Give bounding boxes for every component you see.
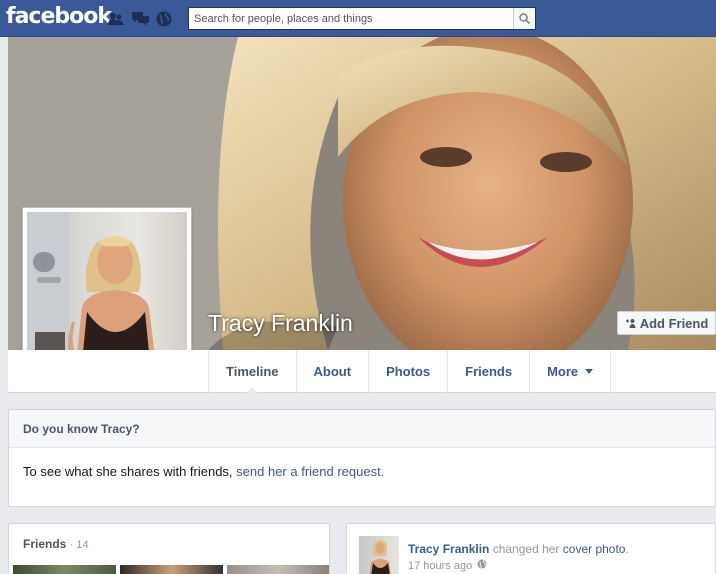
friends-box: Friends · 14 <box>8 523 330 574</box>
add-friend-button[interactable]: Add Friend <box>617 311 716 335</box>
tab-friends[interactable]: Friends <box>448 350 531 393</box>
add-friend-label: Add Friend <box>639 315 709 331</box>
friend-thumbnail[interactable] <box>227 565 329 574</box>
profile-picture-image <box>27 212 187 372</box>
chevron-down-icon <box>585 369 594 374</box>
story-object-link[interactable]: cover photo <box>563 542 626 556</box>
search-button[interactable] <box>513 8 535 29</box>
story-timestamp[interactable]: 17 hours ago <box>408 560 472 572</box>
timeline-story: Tracy Franklin changed her cover photo. … <box>346 523 716 574</box>
tab-more[interactable]: More <box>530 350 612 393</box>
friends-count: · 14 <box>69 539 89 551</box>
tab-more-label: More <box>547 364 579 379</box>
profile-name[interactable]: Tracy Franklin <box>208 310 353 337</box>
story-suffix: . <box>625 542 629 556</box>
profile-nav-bar: Timeline About Photos Friends More <box>8 350 716 394</box>
friends-box-header: Friends · 14 <box>9 524 329 551</box>
globe-icon[interactable] <box>477 559 487 572</box>
do-you-know-title: Do you know Tracy? <box>9 410 715 448</box>
do-you-know-text: To see what she shares with friends, <box>23 464 237 479</box>
tab-about[interactable]: About <box>297 350 370 393</box>
friend-thumbnail[interactable] <box>120 565 223 574</box>
facebook-logo[interactable]: facebook <box>6 4 112 29</box>
story-timestamp-row: 17 hours ago <box>408 559 487 572</box>
tab-timeline[interactable]: Timeline <box>209 350 297 394</box>
search-bar <box>188 7 536 30</box>
friends-box-title[interactable]: Friends <box>23 537 66 551</box>
friend-thumbnails <box>13 565 329 574</box>
do-you-know-box: Do you know Tracy? To see what she share… <box>8 409 716 507</box>
add-friend-icon <box>625 316 636 331</box>
search-icon <box>519 13 530 24</box>
notifications-globe-icon[interactable] <box>155 10 173 28</box>
messages-icon[interactable] <box>131 10 149 28</box>
top-bar: facebook <box>0 0 716 37</box>
do-you-know-body: To see what she shares with friends, sen… <box>9 448 715 495</box>
search-input[interactable] <box>189 8 513 29</box>
send-friend-request-link[interactable]: send her a friend request. <box>236 464 384 479</box>
story-verb: changed her <box>489 542 563 556</box>
avatar[interactable] <box>359 536 399 574</box>
tab-photos[interactable]: Photos <box>369 350 449 393</box>
friend-requests-icon[interactable] <box>107 10 125 28</box>
friend-thumbnail[interactable] <box>13 565 116 574</box>
jewel-bar <box>107 10 173 28</box>
profile-tabs: Timeline About Photos Friends More <box>208 350 612 394</box>
story-headline: Tracy Franklin changed her cover photo. <box>408 542 629 556</box>
story-actor-link[interactable]: Tracy Franklin <box>408 542 489 556</box>
